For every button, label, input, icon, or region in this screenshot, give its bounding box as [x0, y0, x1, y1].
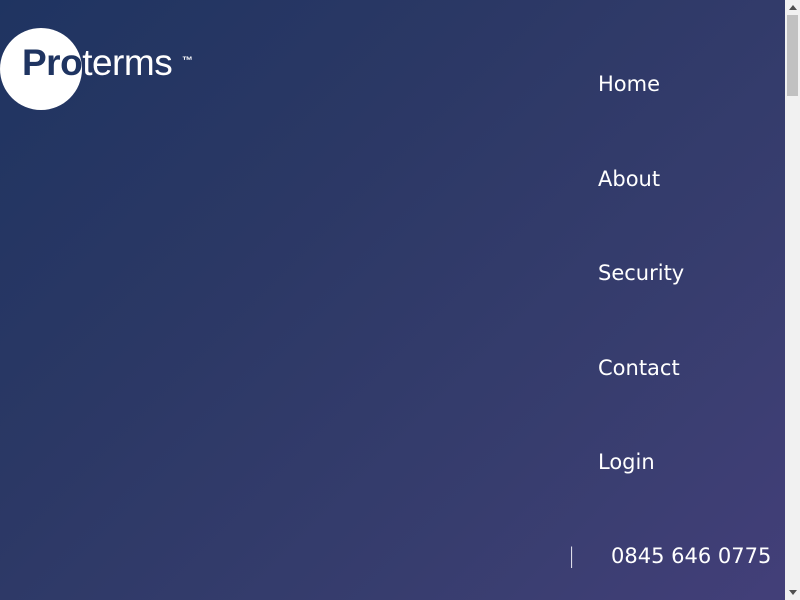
logo-pro-text: Pro [22, 42, 83, 83]
vertical-scrollbar[interactable] [785, 0, 800, 600]
nav-security-link[interactable]: Security [598, 263, 684, 284]
logo-trademark: ™ [182, 55, 193, 67]
scroll-up-arrow-icon[interactable] [785, 0, 800, 15]
page: Proterms ™ Home About Security Contact L… [0, 0, 800, 600]
nav-contact-link[interactable]: Contact [598, 358, 680, 379]
logo-wordmark: Proterms [22, 42, 173, 83]
nav-home-link[interactable]: Home [598, 74, 660, 95]
nav-about-link[interactable]: About [598, 169, 660, 190]
scrollbar-thumb[interactable] [787, 15, 798, 96]
nav-login-link[interactable]: Login [598, 452, 655, 473]
phone-number-link[interactable]: 0845 646 0775 [611, 546, 771, 567]
logo-terms-text: terms [82, 42, 173, 83]
phone-separator: | [568, 544, 576, 568]
proterms-logo[interactable]: Proterms ™ [0, 28, 200, 112]
scroll-down-arrow-icon[interactable] [785, 585, 800, 600]
